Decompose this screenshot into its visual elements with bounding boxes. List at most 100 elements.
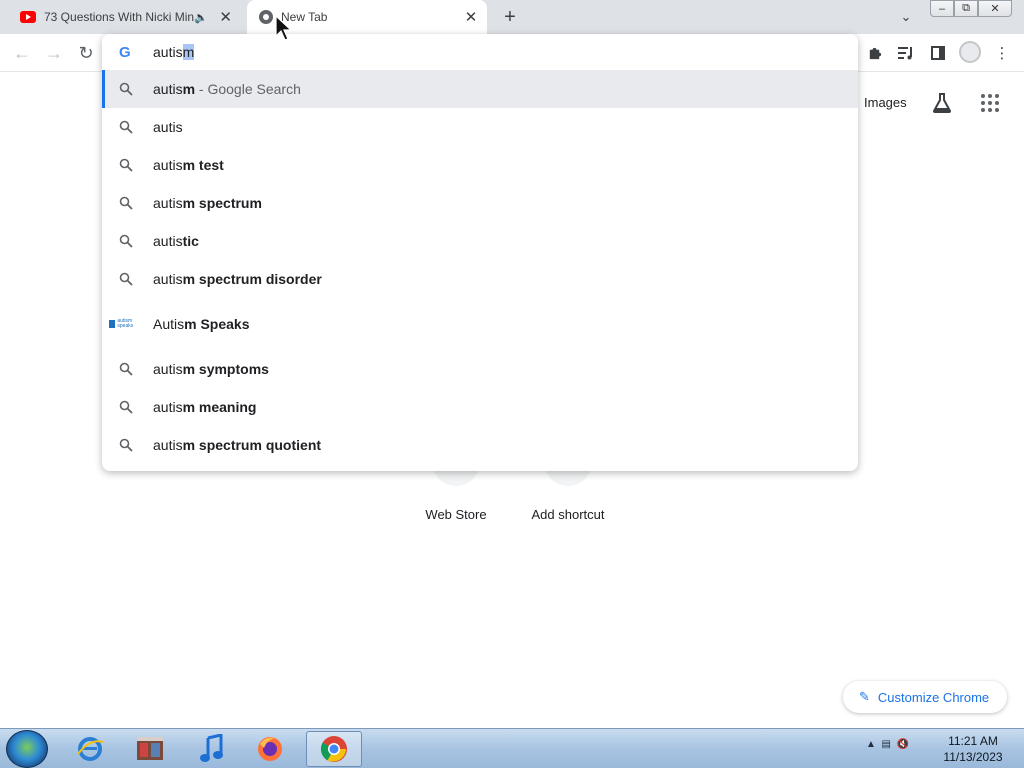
reload-icon[interactable]: ↻: [74, 41, 98, 65]
screen: 73 Questions With Nicki Min 🔈 ✕ New Tab …: [0, 0, 1024, 768]
suggestion-row[interactable]: autistic: [102, 222, 858, 260]
suggestion-row[interactable]: autism test: [102, 146, 858, 184]
shortcut-label-add-shortcut[interactable]: Add shortcut: [524, 507, 612, 522]
internet-explorer-icon[interactable]: [62, 731, 118, 767]
suggestion-text: autism - Google Search: [153, 81, 301, 97]
search-icon: [119, 196, 133, 210]
chrome-taskbar-icon[interactable]: [306, 731, 362, 767]
taskbar: ▲ ▤ 🔇 11:21 AM 11/13/2023: [0, 728, 1024, 768]
suggestion-prefix: autis: [153, 271, 183, 287]
forward-arrow-icon[interactable]: →: [42, 41, 66, 65]
search-icon: [119, 120, 133, 134]
search-icon: [119, 272, 133, 286]
back-arrow-icon[interactable]: ←: [10, 41, 34, 65]
suggestion-prefix: autis: [153, 437, 183, 453]
suggestion-suffix: - Google Search: [195, 81, 301, 97]
search-icon: [119, 158, 133, 172]
omnibox-text[interactable]: autism: [153, 44, 195, 60]
suggestion-prefix: autis: [153, 361, 183, 377]
extensions-puzzle-icon[interactable]: [864, 43, 884, 63]
autism-speaks-logo-text: autism speaks: [117, 318, 134, 329]
close-tab-icon[interactable]: ✕: [216, 7, 236, 27]
suggestion-match: m: [182, 81, 196, 97]
suggestion-row[interactable]: autis: [102, 108, 858, 146]
customize-chrome-button[interactable]: ✎ Customize Chrome: [843, 681, 1007, 713]
audio-playing-icon[interactable]: 🔈: [194, 11, 208, 24]
suggestion-prefix: autis: [153, 195, 183, 211]
minimize-button[interactable]: –: [930, 0, 954, 17]
suggestion-text: Autism Speaks: [153, 316, 250, 332]
omnibox-input[interactable]: G autism: [102, 34, 858, 70]
tab-search-chevron-icon[interactable]: ⌄: [896, 7, 916, 27]
search-icon: [119, 438, 133, 452]
itunes-music-icon[interactable]: [184, 731, 240, 767]
suggestion-row[interactable]: autism - Google Search: [102, 70, 858, 108]
pencil-icon: ✎: [859, 689, 870, 704]
search-icon: [119, 234, 133, 248]
start-button[interactable]: [6, 730, 48, 768]
suggestion-text: autism test: [153, 157, 224, 173]
search-icon: [119, 400, 133, 414]
suggestion-prefix: Autis: [153, 316, 185, 332]
profile-avatar[interactable]: [959, 41, 981, 63]
puzzle-piece-icon: [109, 320, 116, 328]
suggestion-match: m spectrum quotient: [182, 437, 322, 453]
suggestion-match: m meaning: [182, 399, 257, 415]
suggestion-list: autism - Google Search autis autism test au…: [102, 70, 858, 464]
suggestion-text: autis: [153, 119, 183, 135]
suggestion-prefix: autis: [153, 119, 183, 135]
suggestion-row[interactable]: autism spectrum: [102, 184, 858, 222]
search-icon: [119, 362, 133, 376]
suggestion-row[interactable]: autism meaning: [102, 388, 858, 426]
omnibox-dropdown: G autism autism - Google Search autis auti…: [102, 34, 858, 471]
tab-title: New Tab: [281, 10, 328, 24]
restore-button[interactable]: ⧉: [954, 0, 978, 17]
suggestion-prefix: autis: [153, 399, 183, 415]
typed-text: autis: [153, 44, 183, 60]
suggestion-text: autism spectrum quotient: [153, 437, 321, 453]
window-controls: – ⧉ ✕: [930, 0, 1012, 17]
suggestion-match: m symptoms: [182, 361, 269, 377]
close-tab-icon[interactable]: ✕: [461, 7, 481, 27]
suggestion-text: autism symptoms: [153, 361, 269, 377]
labs-flask-icon[interactable]: [931, 92, 953, 114]
clock-time: 11:21 AM: [948, 734, 998, 748]
firefox-icon[interactable]: [242, 731, 298, 767]
mouse-cursor-icon: [275, 14, 293, 41]
clock[interactable]: 11:21 AM 11/13/2023: [936, 733, 1010, 765]
suggestion-text: autistic: [153, 233, 199, 249]
images-link[interactable]: Images: [864, 95, 907, 110]
tab-title: 73 Questions With Nicki Min: [44, 10, 194, 24]
suggestion-row[interactable]: autism speaks Autism Speaks: [102, 298, 858, 350]
suggestion-row[interactable]: autism spectrum disorder: [102, 260, 858, 298]
youtube-icon: [20, 11, 36, 23]
suggestion-prefix: autis: [153, 81, 183, 97]
suggestion-row[interactable]: autism spectrum quotient: [102, 426, 858, 464]
suggestion-prefix: autis: [153, 157, 183, 173]
suggestion-match: m Speaks: [184, 316, 250, 332]
suggestion-match: m spectrum: [182, 195, 262, 211]
media-center-icon[interactable]: [122, 731, 178, 767]
new-tab-button[interactable]: +: [498, 5, 522, 29]
menu-kebab-icon[interactable]: ⋮: [992, 43, 1012, 63]
google-g-icon: G: [119, 44, 131, 61]
media-queue-icon[interactable]: [896, 43, 916, 63]
tab-youtube[interactable]: 73 Questions With Nicki Min 🔈 ✕: [8, 0, 246, 34]
autocomplete-selection: m: [182, 44, 195, 60]
close-window-button[interactable]: ✕: [978, 0, 1012, 17]
shortcut-label-web-store[interactable]: Web Store: [416, 507, 496, 522]
system-tray[interactable]: ▲ ▤ 🔇: [866, 739, 909, 750]
side-panel-icon[interactable]: [928, 43, 948, 63]
suggestion-prefix: autis: [153, 233, 183, 249]
search-icon: [119, 82, 133, 96]
customize-label: Customize Chrome: [877, 689, 990, 705]
google-apps-grid-icon[interactable]: [980, 93, 1000, 113]
suggestion-match: m spectrum disorder: [182, 271, 322, 287]
tab-strip: 73 Questions With Nicki Min 🔈 ✕ New Tab …: [0, 0, 1024, 34]
suggestion-match: tic: [182, 233, 199, 249]
suggestion-text: autism spectrum disorder: [153, 271, 322, 287]
suggestion-match: m test: [182, 157, 224, 173]
suggestion-text: autism spectrum: [153, 195, 262, 211]
chrome-icon: [259, 10, 273, 24]
suggestion-row[interactable]: autism symptoms: [102, 350, 858, 388]
